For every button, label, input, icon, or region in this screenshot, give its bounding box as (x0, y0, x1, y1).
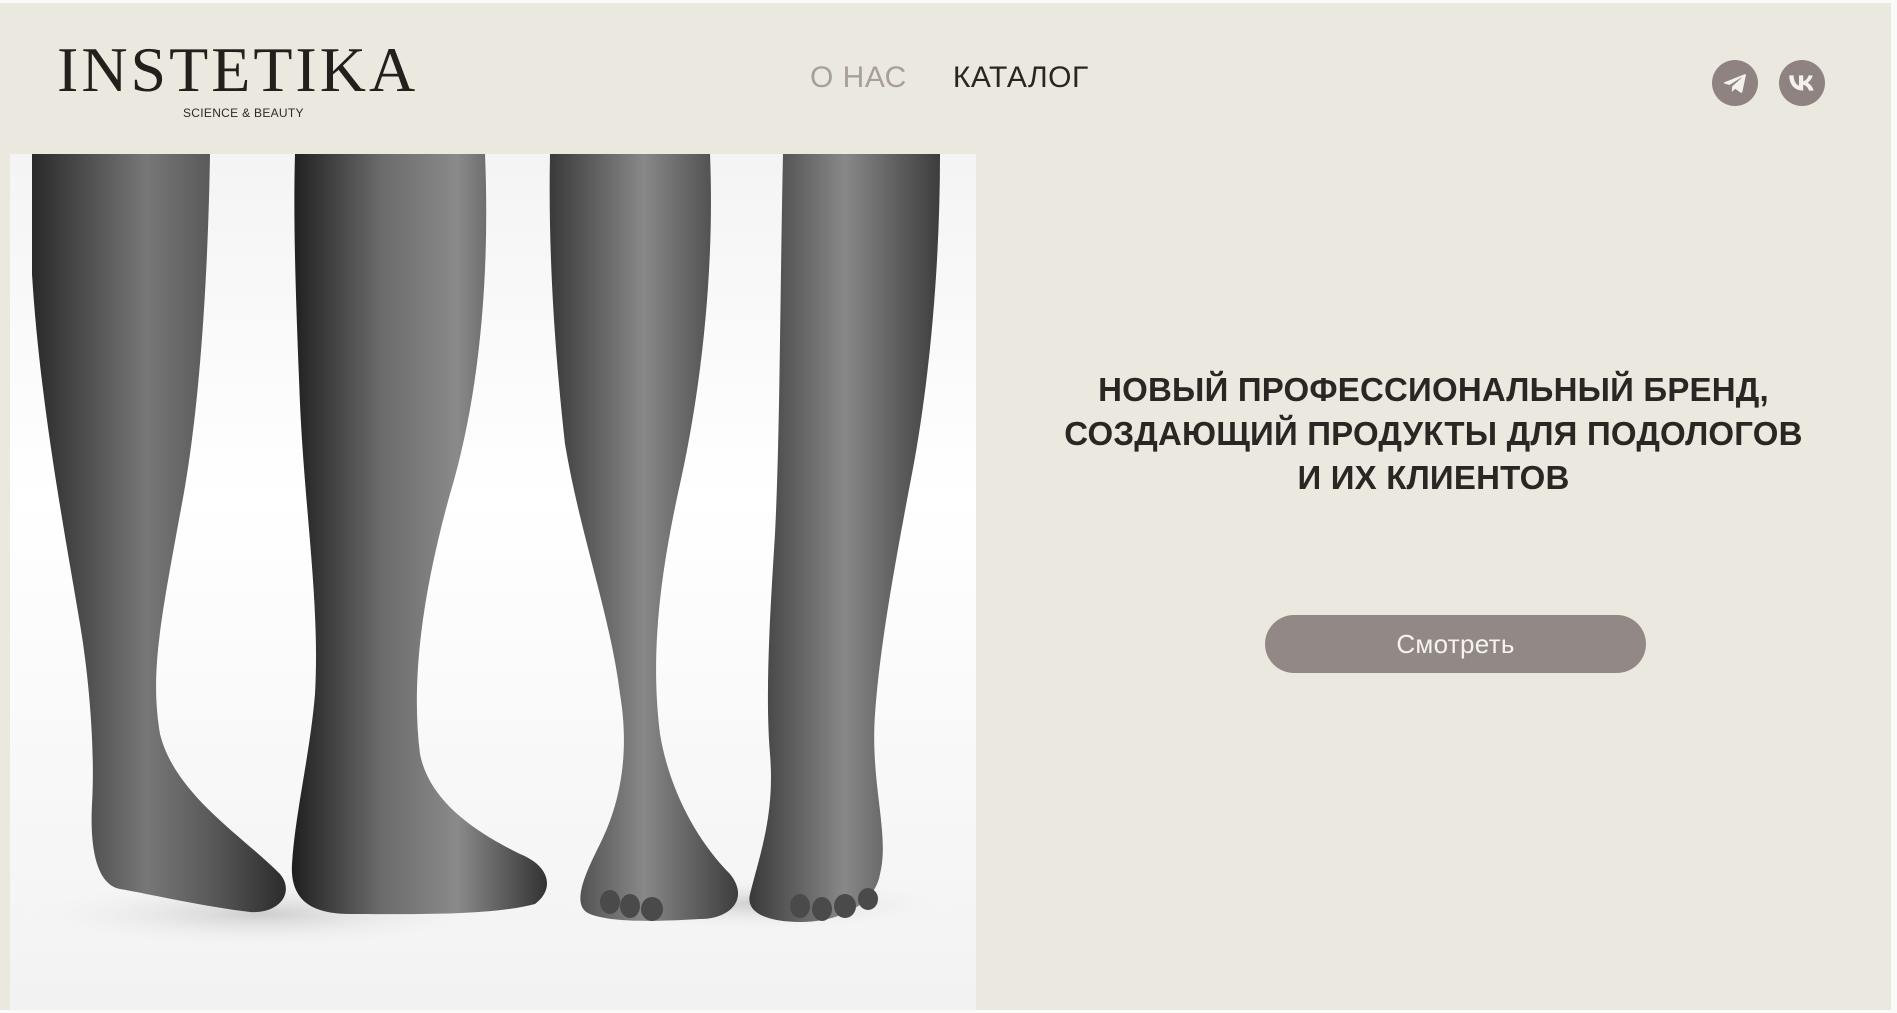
logo-wordmark: INSTETIKA (57, 34, 419, 105)
headline-line-1: НОВЫЙ ПРОФЕССИОНАЛЬНЫЙ БРЕНД, (1098, 371, 1769, 408)
hero-headline: НОВЫЙ ПРОФЕССИОНАЛЬНЫЙ БРЕНД, СОЗДАЮЩИЙ … (976, 368, 1897, 500)
telegram-button[interactable] (1712, 60, 1758, 106)
nav-item-catalog[interactable]: КАТАЛОГ (953, 61, 1089, 95)
brand-logo[interactable]: INSTETIKA SCIENCE & BEAUTY (57, 34, 437, 121)
site-container: INSTETIKA SCIENCE & BEAUTY О НАС КАТАЛОГ (0, 3, 1891, 1010)
nav-item-about[interactable]: О НАС (810, 61, 907, 95)
social-links (1712, 60, 1825, 106)
hero-image (10, 154, 976, 1010)
view-button[interactable]: Смотреть (1265, 615, 1646, 673)
page: INSTETIKA SCIENCE & BEAUTY О НАС КАТАЛОГ (0, 0, 1897, 1013)
vk-icon (1789, 75, 1814, 91)
vk-button[interactable] (1779, 60, 1825, 106)
logo-tagline: SCIENCE & BEAUTY (183, 106, 304, 120)
main-nav: О НАС КАТАЛОГ (810, 61, 1089, 95)
headline-line-2: СОЗДАЮЩИЙ ПРОДУКТЫ ДЛЯ ПОДОЛОГОВ (1064, 415, 1803, 452)
telegram-icon (1723, 74, 1746, 93)
headline-line-3: И ИХ КЛИЕНТОВ (1297, 459, 1570, 496)
